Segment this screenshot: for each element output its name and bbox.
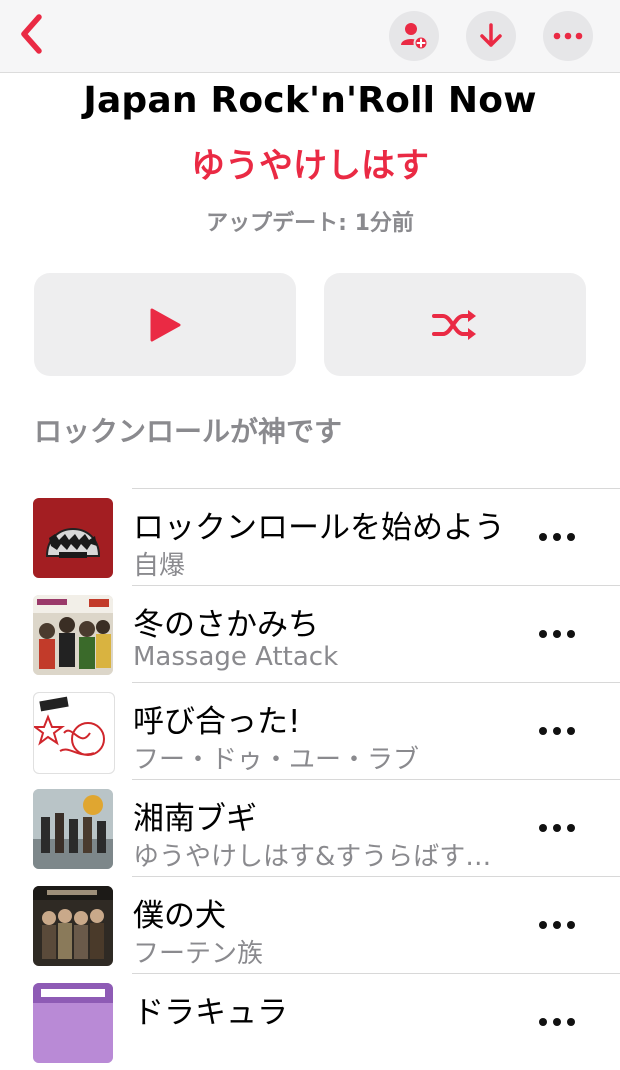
album-artwork	[33, 692, 115, 774]
row-divider	[132, 488, 620, 489]
top-navigation-bar	[0, 0, 620, 73]
track-title: ドラキュラ	[133, 995, 288, 1031]
ellipsis-icon	[539, 630, 575, 638]
add-person-icon	[401, 23, 429, 51]
playlist-title: Japan Rock'n'Roll Now	[83, 80, 537, 121]
track-title: 僕の犬	[133, 898, 226, 934]
row-divider	[132, 682, 620, 683]
playlist-description: ロックンロールが神です	[34, 415, 343, 448]
track-more-button[interactable]	[532, 617, 582, 651]
track-title: 呼び合った!	[133, 704, 301, 740]
row-divider	[132, 876, 620, 877]
shuffle-icon	[432, 309, 476, 340]
track-row[interactable]: ロックンロールを始めよう 自爆	[0, 488, 620, 585]
album-artwork	[33, 595, 113, 675]
track-title: 冬のさかみち	[133, 607, 319, 643]
shuffle-button[interactable]	[324, 273, 586, 376]
track-more-button[interactable]	[532, 714, 582, 748]
chevron-left-icon	[21, 14, 42, 54]
updated-timestamp: アップデート: 1分前	[206, 211, 414, 236]
download-button[interactable]	[466, 11, 516, 61]
ellipsis-icon	[539, 727, 575, 735]
track-title: ロックンロールを始めよう	[133, 510, 505, 546]
row-divider	[132, 779, 620, 780]
ellipsis-icon	[553, 32, 583, 40]
ellipsis-icon	[539, 824, 575, 832]
track-row[interactable]: 僕の犬 フーテン族	[0, 876, 620, 973]
add-collaborator-button[interactable]	[389, 11, 439, 61]
ellipsis-icon	[539, 533, 575, 541]
track-more-button[interactable]	[532, 811, 582, 845]
back-button[interactable]	[10, 8, 54, 60]
row-divider	[132, 973, 620, 974]
track-row[interactable]: 呼び合った! フー・ドゥ・ユー・ラブ	[0, 682, 620, 779]
track-artist: フーテン族	[133, 939, 264, 969]
track-artist: Massage Attack	[133, 642, 339, 672]
ellipsis-icon	[539, 1018, 575, 1026]
track-artist: ゆうやけしはす&すうらばすちゃん	[133, 842, 513, 872]
row-divider	[132, 585, 620, 586]
album-artwork	[33, 498, 113, 578]
ellipsis-icon	[539, 921, 575, 929]
download-icon	[480, 23, 502, 47]
track-row[interactable]: 湘南ブギ ゆうやけしはす&すうらばすちゃん	[0, 779, 620, 876]
play-button[interactable]	[34, 273, 296, 376]
more-options-button[interactable]	[543, 11, 593, 61]
playlist-curator-link[interactable]: ゆうやけしはす	[0, 138, 620, 187]
track-more-button[interactable]	[532, 1005, 582, 1039]
album-artwork	[33, 983, 113, 1063]
album-artwork	[33, 789, 113, 869]
track-row[interactable]: 冬のさかみち Massage Attack	[0, 585, 620, 682]
track-artist: フー・ドゥ・ユー・ラブ	[133, 745, 420, 775]
track-artist: 自爆	[133, 551, 186, 581]
play-icon	[150, 308, 181, 341]
track-row[interactable]: ドラキュラ	[0, 973, 620, 1070]
track-more-button[interactable]	[532, 908, 582, 942]
track-more-button[interactable]	[532, 520, 582, 554]
album-artwork	[33, 886, 113, 966]
track-title: 湘南ブギ	[133, 801, 257, 837]
